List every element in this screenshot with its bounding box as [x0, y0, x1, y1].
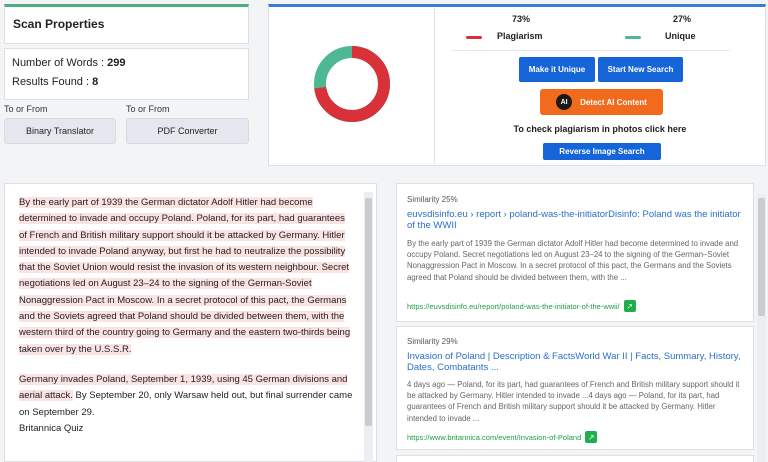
source-snippet: By the early part of 1939 the German dic… — [407, 239, 739, 282]
source-url-text: https://www.britannica.com/event/Invasio… — [407, 432, 582, 442]
tool-label-pdf: To or From — [126, 104, 170, 114]
external-link-icon[interactable]: ↗ — [623, 300, 636, 312]
pdf-converter-button[interactable]: PDF Converter — [126, 118, 249, 144]
source-snippet: 4 days ago — Poland, for its part, had g… — [407, 380, 740, 423]
input-text: By the early part of 1939 the German dic… — [19, 195, 355, 437]
plagiarism-donut-chart — [314, 46, 390, 122]
source-card[interactable] — [396, 455, 754, 462]
source-url-link[interactable]: https://euvsdisinfo.eu/report/poland-was… — [407, 300, 636, 312]
result-separator — [452, 50, 730, 51]
source-url-text: https://euvsdisinfo.eu/report/poland-was… — [407, 301, 620, 311]
plain-text: Britannica Quiz — [19, 422, 84, 434]
word-count: Number of Words : 299 — [12, 57, 126, 69]
reverse-image-search-button[interactable]: Reverse Image Search — [543, 143, 661, 160]
external-link-icon[interactable]: ↗ — [585, 431, 598, 443]
source-title-link[interactable]: Invasion of Poland | Description & Facts… — [407, 351, 743, 373]
unique-percent: 27% — [673, 14, 692, 24]
highlighted-text: By the early part of 1939 the German dic… — [19, 197, 351, 355]
sources-scrollbar-thumb[interactable] — [758, 198, 765, 316]
plagiarism-legend-swatch — [466, 36, 482, 39]
sources-scrollbar[interactable] — [757, 194, 766, 462]
scan-stats-box: Number of Words : 299 Results Found : 8 — [4, 48, 249, 100]
tool-label-binary: To or From — [4, 104, 48, 114]
scan-properties-title: Scan Properties — [13, 17, 105, 31]
text-scrollbar[interactable] — [364, 192, 373, 462]
unique-legend-swatch — [625, 36, 641, 39]
similarity-score: Similarity 29% — [407, 337, 458, 346]
results-found: Results Found : 8 — [12, 76, 99, 88]
unique-legend-label: Unique — [665, 31, 696, 41]
photo-check-text: To check plagiarism in photos click here — [513, 124, 687, 134]
start-new-search-button[interactable]: Start New Search — [598, 57, 683, 82]
source-card[interactable]: Similarity 25% euvsdisinfo.eu › report ›… — [396, 183, 754, 322]
plagiarism-legend-label: Plagiarism — [497, 31, 543, 41]
make-it-unique-button[interactable]: Make it Unique — [519, 57, 595, 82]
detect-ai-content-button[interactable]: AI Detect AI Content — [540, 89, 663, 115]
result-divider — [434, 8, 435, 164]
text-scrollbar-thumb[interactable] — [365, 198, 372, 426]
plagiarism-checker-page: Scan Properties Number of Words : 299 Re… — [0, 0, 768, 462]
input-text-panel: By the early part of 1939 the German dic… — [4, 183, 377, 462]
source-title-link[interactable]: euvsdisinfo.eu › report › poland-was-the… — [407, 209, 743, 231]
source-url-link[interactable]: https://www.britannica.com/event/Invasio… — [407, 431, 598, 443]
source-card[interactable]: Similarity 29% Invasion of Poland | Desc… — [396, 326, 754, 450]
similarity-score: Similarity 25% — [407, 195, 458, 204]
detect-ai-label: Detect AI Content — [580, 97, 647, 107]
binary-translator-button[interactable]: Binary Translator — [4, 118, 116, 144]
scan-properties-header: Scan Properties — [4, 4, 249, 44]
ai-icon: AI — [556, 94, 573, 110]
plagiarism-percent: 73% — [512, 14, 531, 24]
